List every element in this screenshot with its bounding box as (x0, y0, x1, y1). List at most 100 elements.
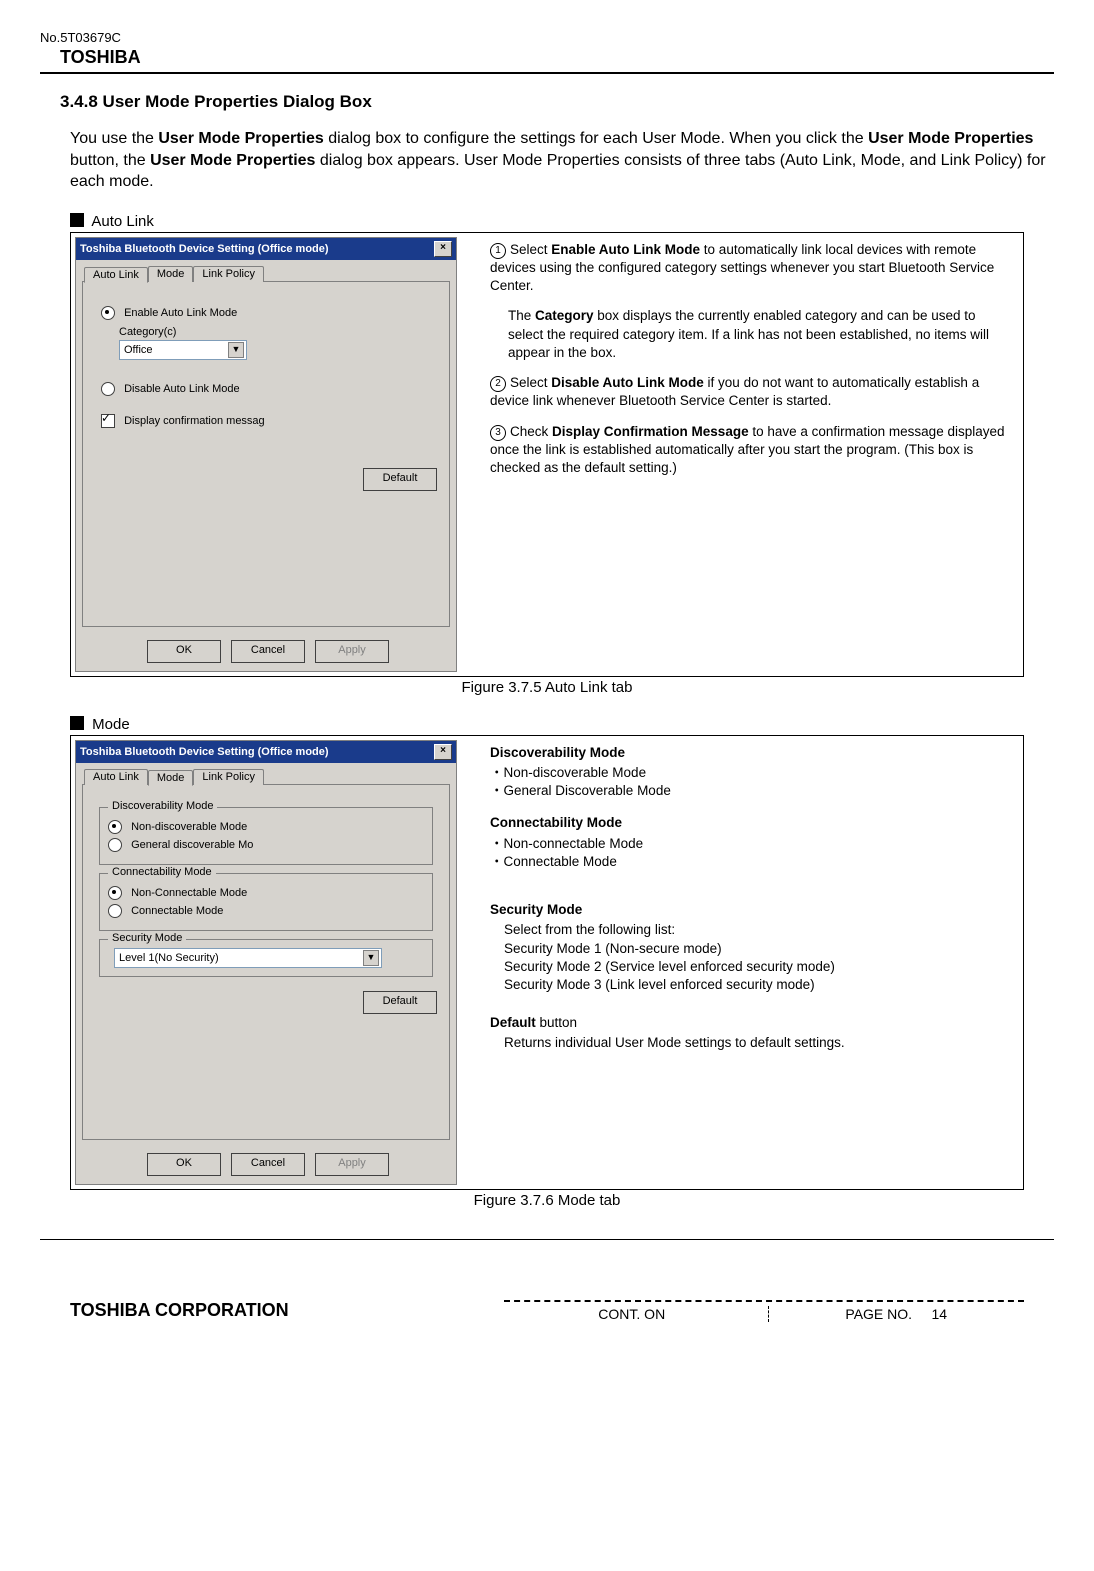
radio-on-icon[interactable] (108, 820, 122, 834)
intro-b2: User Mode Properties (868, 130, 1033, 147)
tab-mode[interactable]: Mode (148, 770, 194, 786)
dialog-titlebar: Toshiba Bluetooth Device Setting (Office… (76, 238, 456, 260)
mode-heading-text: Mode (92, 716, 130, 733)
mode-panel: Discoverability Mode Non-discoverable Mo… (82, 784, 450, 1140)
section-heading: 3.4.8 User Mode Properties Dialog Box (60, 92, 1054, 112)
discoverability-legend: Discoverability Mode (108, 800, 217, 812)
display-confirm-label: Display confirmation messag (124, 415, 265, 427)
radio-off-icon[interactable] (108, 838, 122, 852)
brand: TOSHIBA (60, 47, 1054, 68)
category-combo[interactable]: Office ▼ (119, 340, 247, 360)
section-number: 3.4.8 (60, 92, 98, 111)
header-rule (40, 72, 1054, 74)
intro-b1: User Mode Properties (158, 130, 323, 147)
ok-button[interactable]: OK (147, 640, 221, 663)
dialog-button-bar: OK Cancel Apply (76, 634, 456, 671)
al-d1a: Select (510, 242, 551, 257)
conn-opt2: ・Connectable Mode (490, 853, 1009, 871)
display-confirm-row[interactable]: Display confirmation messag (101, 414, 437, 428)
default-button[interactable]: Default (363, 468, 437, 491)
intro-t3: button, the (70, 152, 150, 169)
cont-on: CONT. ON (504, 1306, 769, 1322)
discoverability-group: Discoverability Mode Non-discoverable Mo… (99, 807, 433, 865)
radio-on-icon[interactable] (101, 306, 115, 320)
security-value: Level 1(No Security) (119, 952, 219, 964)
intro-b3: User Mode Properties (150, 152, 315, 169)
autolink-caption: Figure 3.7.5 Auto Link tab (40, 679, 1054, 696)
non-connectable-row[interactable]: Non-Connectable Mode (108, 886, 424, 900)
intro-t1: You use the (70, 130, 158, 147)
apply-button[interactable]: Apply (315, 640, 389, 663)
footer-corp: TOSHIBA CORPORATION (70, 1300, 289, 1322)
disc-title: Discoverability Mode (490, 745, 625, 760)
security-legend: Security Mode (108, 932, 186, 944)
def-suffix: button (536, 1015, 577, 1030)
mode-dialog-image: Toshiba Bluetooth Device Setting (Office… (71, 736, 476, 1189)
disable-autolink-row[interactable]: Disable Auto Link Mode (101, 382, 437, 396)
square-bullet-icon (70, 716, 84, 730)
disc-opt1: ・Non-discoverable Mode (490, 764, 1009, 782)
ok-button[interactable]: OK (147, 1153, 221, 1176)
default-button-row: Default (95, 991, 437, 1014)
dialog-titlebar: Toshiba Bluetooth Device Setting (Office… (76, 741, 456, 763)
circled-3-icon: 3 (490, 425, 506, 441)
dialog-button-bar: OK Cancel Apply (76, 1147, 456, 1184)
conn-title: Connectability Mode (490, 815, 622, 830)
chevron-down-icon[interactable]: ▼ (228, 342, 244, 358)
sec-3: Security Mode 3 (Link level enforced sec… (504, 976, 1009, 994)
page-no-label: PAGE NO. (845, 1306, 912, 1322)
mode-figure-box: Toshiba Bluetooth Device Setting (Office… (70, 735, 1024, 1190)
al-d1bold: Enable Auto Link Mode (551, 242, 700, 257)
page-no-cell: PAGE NO. 14 (769, 1306, 1025, 1322)
tab-mode[interactable]: Mode (148, 266, 194, 282)
connectable-label: Connectable Mode (131, 905, 223, 917)
tabs-row: Auto Link Mode Link Policy (84, 769, 452, 785)
enable-autolink-row[interactable]: Enable Auto Link Mode (101, 306, 437, 320)
connectable-row[interactable]: Connectable Mode (108, 904, 424, 918)
al-d3bold: Display Confirmation Message (552, 424, 749, 439)
autolink-description: 1Select Enable Auto Link Mode to automat… (476, 233, 1023, 676)
autolink-dialog: Toshiba Bluetooth Device Setting (Office… (75, 237, 457, 672)
non-discoverable-row[interactable]: Non-discoverable Mode (108, 820, 424, 834)
def-title: Default (490, 1015, 536, 1030)
mode-dialog: Toshiba Bluetooth Device Setting (Office… (75, 740, 457, 1185)
apply-button[interactable]: Apply (315, 1153, 389, 1176)
footer-rule (40, 1239, 1054, 1240)
tab-linkpolicy[interactable]: Link Policy (193, 266, 264, 282)
connectability-group: Connectability Mode Non-Connectable Mode… (99, 873, 433, 931)
page-no: 14 (932, 1306, 948, 1322)
tab-linkpolicy[interactable]: Link Policy (193, 769, 264, 785)
tab-autolink[interactable]: Auto Link (84, 769, 148, 785)
sec-0: Select from the following list: (504, 921, 1009, 939)
sec-2: Security Mode 2 (Service level enforced … (504, 958, 1009, 976)
security-combo[interactable]: Level 1(No Security) ▼ (114, 948, 382, 968)
autolink-heading: Auto Link (70, 213, 1054, 230)
def-1: Returns individual User Mode settings to… (504, 1034, 1009, 1052)
tab-autolink[interactable]: Auto Link (84, 267, 148, 283)
footer-right: CONT. ON PAGE NO. 14 (504, 1300, 1024, 1322)
autolink-heading-text: Auto Link (91, 213, 154, 230)
general-discoverable-row[interactable]: General discoverable Mo (108, 838, 424, 852)
radio-on-icon[interactable] (108, 886, 122, 900)
al-d2bold: Disable Auto Link Mode (551, 375, 704, 390)
intro-paragraph: You use the User Mode Properties dialog … (70, 128, 1054, 193)
mode-description: Discoverability Mode ・Non-discoverable M… (476, 736, 1023, 1189)
general-discoverable-label: General discoverable Mo (131, 839, 253, 851)
radio-off-icon[interactable] (108, 904, 122, 918)
conn-opt1: ・Non-connectable Mode (490, 835, 1009, 853)
circled-1-icon: 1 (490, 243, 506, 259)
checkbox-on-icon[interactable] (101, 414, 115, 428)
default-button[interactable]: Default (363, 991, 437, 1014)
square-bullet-icon (70, 213, 84, 227)
cancel-button[interactable]: Cancel (231, 1153, 305, 1176)
close-icon[interactable]: × (434, 744, 452, 760)
radio-off-icon[interactable] (101, 382, 115, 396)
non-discoverable-label: Non-discoverable Mode (131, 821, 247, 833)
cancel-button[interactable]: Cancel (231, 640, 305, 663)
al-d3a: Check (510, 424, 552, 439)
al-d2a: Select (510, 375, 551, 390)
close-icon[interactable]: × (434, 241, 452, 257)
chevron-down-icon[interactable]: ▼ (363, 950, 379, 966)
autolink-desc-3: 3Check Display Confirmation Message to h… (490, 423, 1009, 478)
al-d1ca: The (508, 308, 535, 323)
